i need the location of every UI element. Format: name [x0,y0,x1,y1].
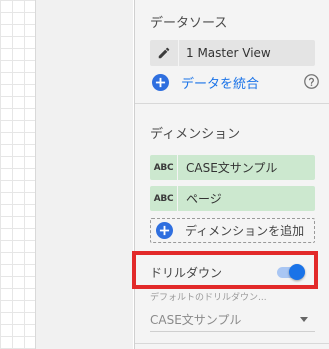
default-drilldown-caption: デフォルトのドリルダウン... [150,293,267,303]
add-dimension-button[interactable]: ディメンションを追加 [150,218,315,243]
default-drilldown-select[interactable]: CASE文サンプル [150,307,315,332]
dimension-chip[interactable]: ABC ページ [150,186,315,211]
drilldown-highlight-box [132,251,318,289]
section-divider [135,343,329,344]
help-circle-icon[interactable] [303,73,320,90]
section-divider [135,103,329,104]
default-drilldown-value: CASE文サンプル [150,313,242,327]
data-source-row[interactable]: 1 Master View [150,40,315,66]
properties-panel: データソース 1 Master View データを統合 ディメンション ABC … [134,0,329,349]
add-circle-icon [156,222,173,239]
pencil-icon[interactable] [150,40,179,66]
data-source-title: データソース [150,16,228,31]
add-circle-icon[interactable] [152,73,169,91]
text-type-badge: ABC [150,155,178,180]
data-source-name: 1 Master View [186,46,271,60]
text-type-badge: ABC [150,186,178,211]
dimension-chip[interactable]: ABC CASE文サンプル [150,155,315,180]
add-dimension-label: ディメンションを追加 [185,224,305,238]
dimension-name: ページ [186,192,222,206]
blend-data-link[interactable]: データを統合 [181,73,259,92]
report-canvas[interactable] [0,0,35,349]
dropdown-arrow-icon [300,317,308,322]
blend-data-row[interactable]: データを統合 [152,71,320,93]
dimension-title: ディメンション [150,127,241,142]
canvas-margin [35,0,133,349]
dimension-name: CASE文サンプル [186,161,278,175]
